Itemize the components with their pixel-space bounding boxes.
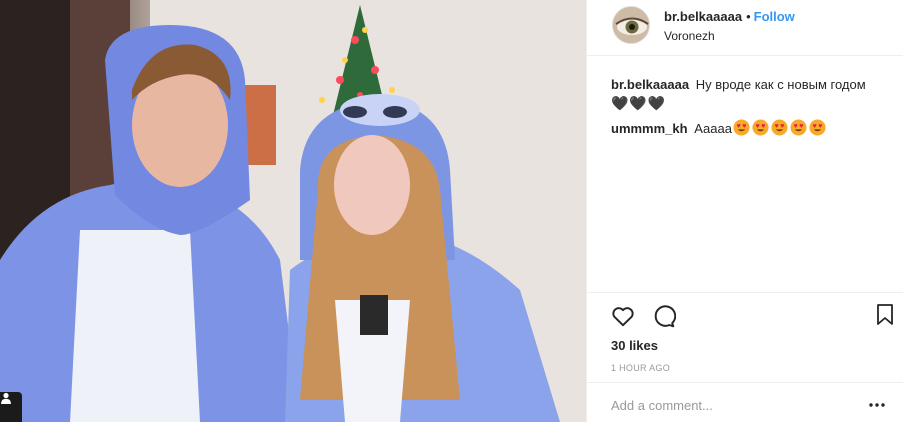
comments-list: br.belkaaaaa Ну вроде как с новым годом … (611, 76, 896, 144)
instagram-post: br.belkaaaaa • Follow Voronezh br.belkaaaa… (0, 0, 903, 422)
bookmark-icon (877, 304, 893, 325)
person-icon (1, 392, 11, 404)
heart-eyes-emoji (771, 119, 788, 136)
username-row: br.belkaaaaa • Follow (664, 9, 795, 24)
username-link[interactable]: br.belkaaaaa (664, 9, 742, 24)
post-side-panel: br.belkaaaaa • Follow Voronezh br.belkaaaa… (586, 0, 903, 422)
post-timestamp: 1 HOUR AGO (611, 363, 671, 373)
comment-username[interactable]: ummmm_kh (611, 121, 688, 136)
comment-text: Ну вроде как с новым годом (695, 77, 866, 92)
add-comment-bar (587, 382, 903, 422)
black-hearts-emoji: 🖤🖤🖤 (611, 95, 667, 111)
location-link[interactable]: Voronezh (664, 29, 715, 43)
comment-icon (654, 305, 677, 328)
comment-button[interactable] (650, 303, 677, 329)
comment-item: ummmm_kh Аааaa (611, 119, 896, 138)
heart-eyes-emoji-row (733, 119, 826, 136)
photo-illustration (0, 0, 586, 422)
avatar-eye-image (613, 7, 649, 43)
separator-dot: • (746, 9, 751, 24)
add-comment-input[interactable] (611, 395, 851, 415)
heart-eyes-emoji (790, 119, 807, 136)
heart-icon (612, 307, 634, 327)
follow-button[interactable]: Follow (754, 9, 795, 24)
save-button[interactable] (874, 303, 900, 329)
more-options-button[interactable] (867, 395, 887, 415)
heart-eyes-emoji (809, 119, 826, 136)
heart-eyes-emoji (733, 119, 750, 136)
comment-text: Аааaa (694, 121, 732, 136)
comment-item: br.belkaaaaa Ну вроде как с новым годом … (611, 76, 896, 113)
post-actions: 30 likes 1 HOUR AGO (587, 292, 903, 382)
user-tag-badge[interactable] (0, 392, 22, 422)
likes-count[interactable]: 30 likes (611, 338, 658, 353)
post-header: br.belkaaaaa • Follow Voronezh (587, 0, 903, 56)
post-photo[interactable] (0, 0, 586, 422)
avatar[interactable] (612, 6, 650, 44)
comment-username[interactable]: br.belkaaaaa (611, 77, 689, 92)
like-button[interactable] (610, 303, 636, 329)
more-options-icon (869, 403, 885, 407)
heart-eyes-emoji (752, 119, 769, 136)
